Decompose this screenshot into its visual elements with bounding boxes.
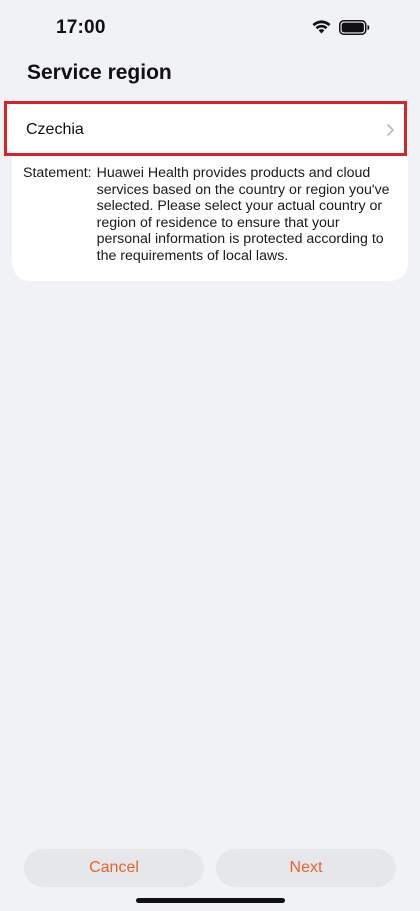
statement: Statement: Huawei Health provides produc… xyxy=(23,165,403,264)
statement-label: Statement: xyxy=(23,165,92,181)
next-button[interactable]: Next xyxy=(216,849,396,887)
page-title: Service region xyxy=(27,61,172,84)
status-time: 17:00 xyxy=(56,17,106,38)
battery-icon xyxy=(339,20,370,35)
home-indicator xyxy=(136,898,285,903)
status-bar: 17:00 xyxy=(0,0,420,56)
statement-text: Huawei Health provides products and clou… xyxy=(96,165,390,264)
region-selector-row[interactable]: Czechia xyxy=(4,101,407,156)
cancel-button[interactable]: Cancel xyxy=(24,849,204,887)
selected-region-label: Czechia xyxy=(26,121,84,138)
chevron-right-icon xyxy=(387,124,394,136)
wifi-icon xyxy=(312,20,331,34)
